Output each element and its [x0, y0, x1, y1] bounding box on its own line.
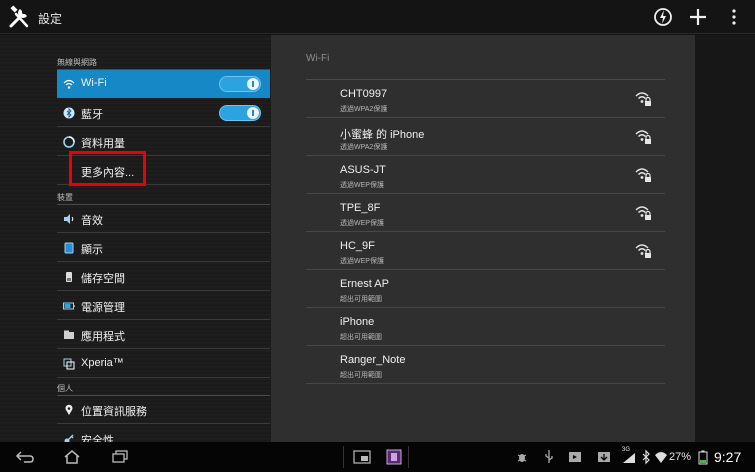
- debug-icon: [517, 454, 527, 462]
- display-icon: [64, 242, 74, 254]
- wifi-pane: Wi-Fi CHT0997 透過WPA2保護 小蜜蜂 的 iPhone 透過WPA2保…: [271, 35, 695, 442]
- wifi-status-icon: [655, 452, 667, 463]
- data-usage-icon: [63, 136, 75, 148]
- network-status: 透過WEP保護: [340, 220, 384, 227]
- settings-item-display[interactable]: 顯示: [57, 234, 270, 262]
- home-icon[interactable]: [62, 449, 82, 465]
- network-ssid: iPhone: [340, 316, 375, 328]
- app-title: 設定: [38, 12, 63, 26]
- system-bar: 3G 27% 9:27: [0, 442, 755, 472]
- key-icon: [64, 434, 74, 442]
- wifi-network-row[interactable]: HC_9F 透過WEP保護: [306, 232, 665, 270]
- xperia-icon: [63, 358, 75, 370]
- network-ssid: Ernest AP: [340, 278, 389, 290]
- network-status: 透過WPA2保護: [340, 106, 388, 113]
- settings-item-bluetooth[interactable]: 藍牙: [57, 99, 270, 127]
- network-status: 透過WEP保護: [340, 182, 384, 189]
- settings-item-label: Wi-Fi: [81, 77, 107, 89]
- settings-item-label: 位置資訊服務: [81, 406, 147, 418]
- bluetooth-status-icon: [642, 449, 650, 465]
- settings-item-label: 音效: [81, 215, 103, 227]
- speaker-icon: [64, 214, 74, 224]
- section-header-personal: 個人: [57, 384, 73, 393]
- wifi-icon: [63, 79, 75, 89]
- wifi-network-row[interactable]: TPE_8F 透過WEP保護: [306, 194, 665, 232]
- download-icon: [598, 452, 610, 462]
- settings-item-label: 安全性: [81, 435, 114, 442]
- settings-item-label: 藍牙: [81, 109, 103, 121]
- small-app-icon[interactable]: [352, 449, 372, 465]
- location-pin-icon: [65, 404, 73, 415]
- network-ssid: CHT0997: [340, 88, 388, 100]
- action-bar: 設定: [0, 0, 755, 34]
- bluetooth-icon: [63, 107, 75, 119]
- settings-item-storage[interactable]: 儲存空間: [57, 263, 270, 291]
- network-ssid: 小蜜蜂 的 iPhone: [340, 129, 425, 141]
- media-app-icon[interactable]: [386, 449, 402, 465]
- back-icon[interactable]: [14, 449, 36, 465]
- tools-icon[interactable]: [8, 5, 34, 29]
- annotation-highlight-box: [69, 151, 146, 186]
- recent-apps-icon[interactable]: [110, 449, 130, 465]
- wifi-network-row[interactable]: ASUS-JT 透過WEP保護: [306, 156, 665, 194]
- divider: [343, 446, 344, 468]
- wifi-pane-title: Wi-Fi: [306, 53, 330, 64]
- settings-item-security[interactable]: 安全性: [57, 425, 270, 442]
- settings-item-label: 應用程式: [81, 331, 125, 343]
- settings-item-xperia[interactable]: Xperia™: [57, 350, 270, 378]
- wifi-signal-lock-icon: [635, 130, 651, 144]
- signal-icon: [623, 453, 635, 463]
- network-status: 超出可用範圍: [340, 334, 382, 341]
- network-ssid: HC_9F: [340, 240, 375, 252]
- wifi-network-row[interactable]: Ernest AP 超出可用範圍: [306, 270, 665, 308]
- settings-item-label: 資料用量: [81, 138, 125, 150]
- settings-item-power[interactable]: 電源管理: [57, 292, 270, 320]
- wifi-signal-lock-icon: [635, 92, 651, 106]
- settings-item-label: 顯示: [81, 244, 103, 256]
- settings-item-label: 電源管理: [81, 302, 125, 314]
- wifi-signal-lock-icon: [635, 206, 651, 220]
- divider: [408, 446, 409, 468]
- wifi-signal-lock-icon: [635, 244, 651, 258]
- network-ssid: TPE_8F: [340, 202, 381, 214]
- settings-item-location[interactable]: 位置資訊服務: [57, 396, 270, 424]
- toggle-knob: [247, 107, 259, 119]
- network-ssid: ASUS-JT: [340, 164, 386, 176]
- settings-list: 無線與網路 Wi-Fi 藍牙 資料用量 更多內容... 裝置 音效 顯示 儲存空…: [0, 35, 271, 442]
- wifi-network-row[interactable]: CHT0997 透過WPA2保護: [306, 80, 665, 118]
- wifi-network-row[interactable]: 小蜜蜂 的 iPhone 透過WPA2保護: [306, 118, 665, 156]
- media-icon: [569, 452, 581, 462]
- storage-icon: [66, 272, 72, 282]
- section-header-wireless: 無線與網路: [57, 58, 97, 67]
- wifi-network-row[interactable]: Ranger_Note 超出可用範圍: [306, 346, 665, 384]
- network-status: 超出可用範圍: [340, 296, 382, 303]
- wifi-network-row[interactable]: iPhone 超出可用範圍: [306, 308, 665, 346]
- network-status: 透過WPA2保護: [340, 144, 388, 151]
- settings-item-apps[interactable]: 應用程式: [57, 321, 270, 349]
- wifi-signal-lock-icon: [635, 168, 651, 182]
- settings-item-wifi[interactable]: Wi-Fi: [57, 70, 270, 98]
- apps-icon: [64, 330, 74, 339]
- status-clock: 9:27: [714, 449, 742, 465]
- toggle-knob: [247, 78, 259, 90]
- wifi-toggle[interactable]: [219, 76, 261, 92]
- pane-margin: [695, 35, 755, 442]
- bluetooth-toggle[interactable]: [219, 105, 261, 121]
- battery-percent: 27%: [669, 451, 692, 463]
- usb-icon: [545, 450, 553, 463]
- sync-icon[interactable]: [651, 5, 675, 29]
- network-status: 透過WEP保護: [340, 258, 384, 265]
- section-header-device: 裝置: [57, 193, 73, 202]
- add-icon[interactable]: [686, 5, 710, 29]
- network-status: 超出可用範圍: [340, 372, 382, 379]
- settings-item-sound[interactable]: 音效: [57, 205, 270, 233]
- battery-icon: [63, 302, 75, 310]
- battery-status-icon: [698, 450, 708, 465]
- network-ssid: Ranger_Note: [340, 354, 406, 366]
- overflow-menu-icon[interactable]: [727, 5, 741, 29]
- settings-item-label: Xperia™: [81, 357, 124, 369]
- settings-item-label: 儲存空間: [81, 273, 125, 285]
